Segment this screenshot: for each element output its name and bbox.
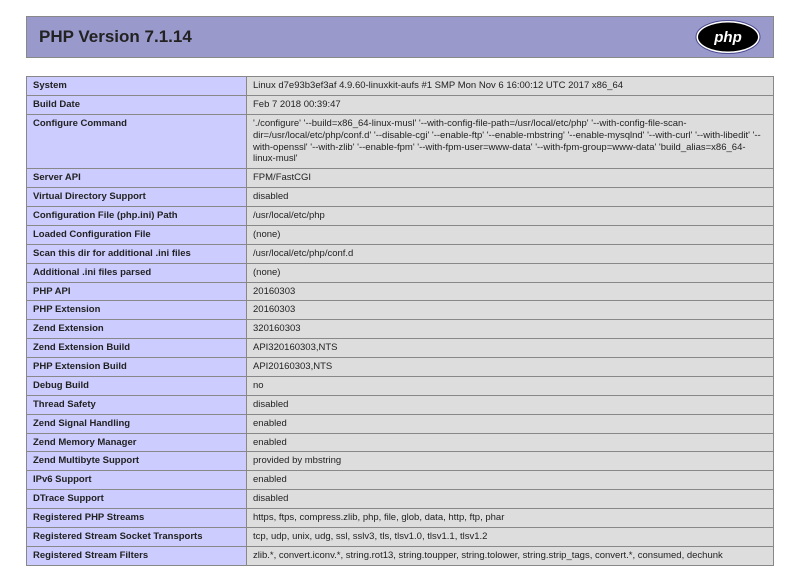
php-logo-text: php: [713, 29, 742, 46]
row-label: Configure Command: [27, 114, 247, 169]
table-row: Build DateFeb 7 2018 00:39:47: [27, 95, 774, 114]
row-value: enabled: [247, 414, 774, 433]
row-label: Virtual Directory Support: [27, 188, 247, 207]
row-value: (none): [247, 225, 774, 244]
table-row: Configuration File (php.ini) Path/usr/lo…: [27, 207, 774, 226]
row-label: Zend Extension Build: [27, 339, 247, 358]
row-label: Thread Safety: [27, 395, 247, 414]
table-row: DTrace Supportdisabled: [27, 490, 774, 509]
row-value: disabled: [247, 188, 774, 207]
row-value: no: [247, 376, 774, 395]
table-row: Virtual Directory Supportdisabled: [27, 188, 774, 207]
row-value: 320160303: [247, 320, 774, 339]
table-row: IPv6 Supportenabled: [27, 471, 774, 490]
table-row: Registered Stream Filterszlib.*, convert…: [27, 546, 774, 565]
table-row: Registered PHP Streamshttps, ftps, compr…: [27, 509, 774, 528]
row-label: Debug Build: [27, 376, 247, 395]
row-label: Zend Extension: [27, 320, 247, 339]
row-label: Registered Stream Filters: [27, 546, 247, 565]
row-label: PHP Extension Build: [27, 358, 247, 377]
row-label: PHP Extension: [27, 301, 247, 320]
row-label: Scan this dir for additional .ini files: [27, 244, 247, 263]
table-row: Loaded Configuration File(none): [27, 225, 774, 244]
table-row: PHP API20160303: [27, 282, 774, 301]
row-value: https, ftps, compress.zlib, php, file, g…: [247, 509, 774, 528]
table-row: PHP Extension BuildAPI20160303,NTS: [27, 358, 774, 377]
row-label: Zend Multibyte Support: [27, 452, 247, 471]
row-label: Configuration File (php.ini) Path: [27, 207, 247, 226]
row-label: Registered Stream Socket Transports: [27, 527, 247, 546]
row-label: Build Date: [27, 95, 247, 114]
table-row: Scan this dir for additional .ini files/…: [27, 244, 774, 263]
row-value: zlib.*, convert.iconv.*, string.rot13, s…: [247, 546, 774, 565]
row-value: /usr/local/etc/php/conf.d: [247, 244, 774, 263]
row-label: IPv6 Support: [27, 471, 247, 490]
row-label: System: [27, 77, 247, 96]
row-value: './configure' '--build=x86_64-linux-musl…: [247, 114, 774, 169]
row-value: (none): [247, 263, 774, 282]
row-label: Additional .ini files parsed: [27, 263, 247, 282]
page-title: PHP Version 7.1.14: [39, 27, 192, 47]
table-row: Registered Stream Socket Transportstcp, …: [27, 527, 774, 546]
table-row: Server APIFPM/FastCGI: [27, 169, 774, 188]
row-value: FPM/FastCGI: [247, 169, 774, 188]
row-value: disabled: [247, 490, 774, 509]
table-row: Zend Signal Handlingenabled: [27, 414, 774, 433]
php-logo-icon: php: [695, 20, 761, 54]
row-value: Linux d7e93b3ef3af 4.9.60-linuxkit-aufs …: [247, 77, 774, 96]
row-label: DTrace Support: [27, 490, 247, 509]
row-label: Zend Memory Manager: [27, 433, 247, 452]
table-row: Debug Buildno: [27, 376, 774, 395]
row-value: disabled: [247, 395, 774, 414]
table-row: Configure Command'./configure' '--build=…: [27, 114, 774, 169]
row-value: 20160303: [247, 301, 774, 320]
info-table-body: SystemLinux d7e93b3ef3af 4.9.60-linuxkit…: [27, 77, 774, 566]
row-label: Registered PHP Streams: [27, 509, 247, 528]
table-row: Zend Extension320160303: [27, 320, 774, 339]
table-row: SystemLinux d7e93b3ef3af 4.9.60-linuxkit…: [27, 77, 774, 96]
row-value: enabled: [247, 433, 774, 452]
table-row: Zend Extension BuildAPI320160303,NTS: [27, 339, 774, 358]
row-label: Loaded Configuration File: [27, 225, 247, 244]
header: PHP Version 7.1.14 php: [26, 16, 774, 58]
row-value: Feb 7 2018 00:39:47: [247, 95, 774, 114]
table-row: Thread Safetydisabled: [27, 395, 774, 414]
row-value: provided by mbstring: [247, 452, 774, 471]
table-row: Additional .ini files parsed(none): [27, 263, 774, 282]
row-value: API20160303,NTS: [247, 358, 774, 377]
row-value: API320160303,NTS: [247, 339, 774, 358]
row-value: 20160303: [247, 282, 774, 301]
row-value: tcp, udp, unix, udg, ssl, sslv3, tls, tl…: [247, 527, 774, 546]
table-row: Zend Memory Managerenabled: [27, 433, 774, 452]
row-value: /usr/local/etc/php: [247, 207, 774, 226]
row-label: Zend Signal Handling: [27, 414, 247, 433]
row-label: PHP API: [27, 282, 247, 301]
row-label: Server API: [27, 169, 247, 188]
info-table: SystemLinux d7e93b3ef3af 4.9.60-linuxkit…: [26, 76, 774, 566]
phpinfo-page: PHP Version 7.1.14 php SystemLinux d7e93…: [0, 0, 800, 581]
row-value: enabled: [247, 471, 774, 490]
table-row: Zend Multibyte Supportprovided by mbstri…: [27, 452, 774, 471]
table-row: PHP Extension20160303: [27, 301, 774, 320]
